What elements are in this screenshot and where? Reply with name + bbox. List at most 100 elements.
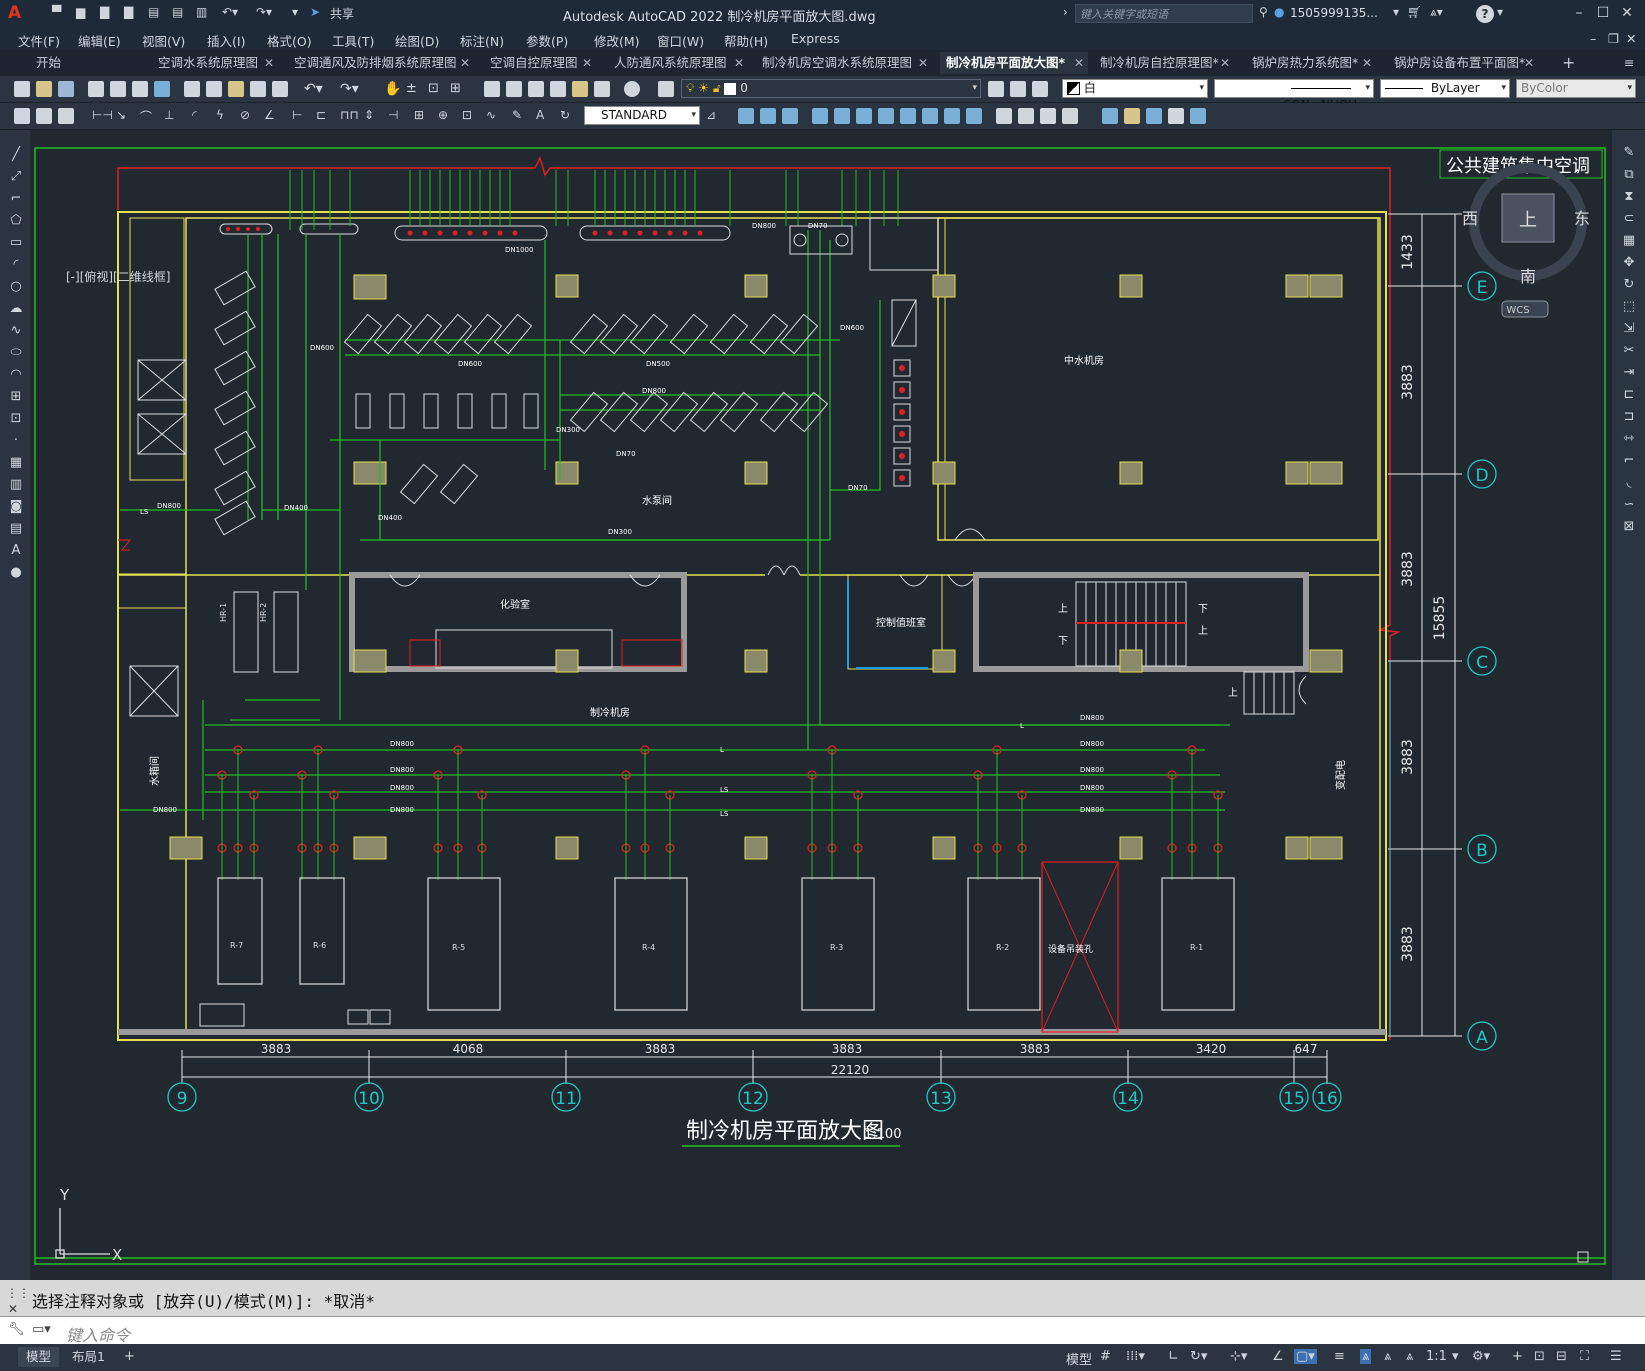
solid-wedge-icon[interactable] (782, 108, 798, 124)
fillet-icon[interactable] (1040, 108, 1056, 124)
dimension-style-icon[interactable]: ⊿ (706, 108, 722, 124)
menu-window[interactable]: 窗口(W) (657, 31, 704, 50)
cart-icon[interactable]: 🛒︎ (1407, 5, 1422, 23)
arc-length-icon[interactable]: ⌒ (140, 108, 156, 124)
continue-icon[interactable]: ⊓⊓ (340, 108, 359, 124)
annotation-visibility-icon[interactable]: ⩓ (1360, 1349, 1372, 1364)
angular-dimension-icon[interactable]: ∠ (264, 108, 280, 124)
scale-icon[interactable] (922, 108, 938, 124)
dimension-text-edit-icon[interactable]: A (536, 108, 552, 124)
ucs-icon[interactable] (1102, 108, 1118, 124)
menu-dimension[interactable]: 标注(N) (460, 31, 504, 50)
undo-icon[interactable]: ↶▾ (222, 5, 238, 23)
chevron-down-icon[interactable]: ▾ (1452, 1349, 1459, 1364)
match-properties-icon[interactable] (250, 81, 266, 97)
radius-dimension-icon[interactable]: ◜ (192, 108, 208, 124)
close-icon[interactable]: ✕ (1074, 52, 1084, 74)
region-icon[interactable]: ◙ (8, 496, 24, 518)
stretch-icon[interactable]: ⇲ (1620, 318, 1638, 340)
dimension-space-icon[interactable]: ⇕ (364, 108, 380, 124)
pan-icon[interactable]: ✋ (384, 81, 401, 97)
undo-icon[interactable]: ↶▾ (304, 81, 323, 97)
menu-help[interactable]: 帮助(H) (724, 31, 768, 50)
menu-tools[interactable]: 工具(T) (332, 31, 374, 50)
dimstyle-combo[interactable]: STANDARD ▾ (584, 106, 700, 125)
solid-cylinder-icon[interactable] (760, 108, 776, 124)
polyline-icon[interactable]: ⌐ (8, 188, 24, 210)
plotstyle-combo[interactable]: ByColor ▾ (1516, 79, 1636, 98)
polar-icon[interactable]: ↻▾ (1190, 1349, 1207, 1364)
zoom-previous-icon[interactable]: ⊞ (450, 81, 466, 97)
menu-modify[interactable]: 修改(M) (594, 31, 640, 50)
quick-dimension-icon[interactable]: ⊢ (292, 108, 308, 124)
insert-block-icon[interactable]: ⊞ (8, 386, 24, 408)
move-icon[interactable] (812, 108, 828, 124)
block-editor-icon[interactable] (272, 81, 288, 97)
drawing-svg[interactable]: 公共建筑集中空调 中水机房 化验室 控制值班室 上 下 下 上 上 HR-1 H… (30, 130, 1612, 1280)
jogged-linear-icon[interactable]: ∿ (486, 108, 502, 124)
point-icon[interactable]: · (8, 430, 24, 452)
maximize-button[interactable]: ☐ (1592, 4, 1614, 22)
close-icon[interactable]: ✕ (264, 52, 274, 74)
dimension-update-icon[interactable]: ↻ (560, 108, 576, 124)
save-as-icon[interactable]: ▇ (124, 5, 133, 23)
drawing-canvas[interactable]: 公共建筑集中空调 中水机房 化验室 控制值班室 上 下 下 上 上 HR-1 H… (30, 130, 1612, 1280)
rotate-icon[interactable]: ↻ (1620, 274, 1638, 296)
cut-icon[interactable] (184, 81, 200, 97)
copy-icon[interactable] (206, 81, 222, 97)
tab-hvac-ventilation[interactable]: 空调通风及防排烟系统原理图 ✕ (288, 52, 474, 74)
ordinate-icon[interactable]: ⊥ (164, 108, 180, 124)
tab-start[interactable]: 开始 (30, 52, 150, 74)
save-web-icon[interactable]: ▤ (172, 5, 183, 23)
stretch-icon[interactable] (856, 108, 872, 124)
point-icon[interactable] (58, 108, 74, 124)
menu-express[interactable]: Express (791, 31, 840, 46)
close-button[interactable]: ✕ (1616, 4, 1638, 22)
dimension-edit-icon[interactable]: ✎ (512, 108, 528, 124)
offset-icon[interactable] (966, 108, 982, 124)
break-at-point-icon[interactable]: ⊏ (1620, 384, 1638, 406)
layer-previous-icon[interactable] (1010, 81, 1026, 97)
tab-boiler-thermal[interactable]: 锅炉房热力系统图* ✕ (1246, 52, 1376, 74)
viewport-controls[interactable]: [-][俯视][二维线框] (66, 268, 170, 285)
share-button[interactable]: 共享 (330, 5, 354, 23)
extend-icon[interactable]: ⇥ (1620, 362, 1638, 384)
fullscreen-icon[interactable]: ⛶ (1580, 1349, 1589, 1364)
array-icon[interactable] (944, 108, 960, 124)
tab-boiler-layout[interactable]: 锅炉房设备布置平面图* ✕ (1388, 52, 1538, 74)
menu-file[interactable]: 文件(F) (18, 31, 60, 50)
layer-states-icon[interactable] (1032, 81, 1048, 97)
open-icon[interactable] (36, 81, 52, 97)
copy-object-icon[interactable] (834, 108, 850, 124)
auto-scale-icon[interactable]: ⩓ (1384, 1349, 1391, 1364)
multiline-text-icon[interactable]: A (8, 540, 24, 562)
open-web-icon[interactable]: ▤ (148, 5, 159, 23)
close-icon[interactable]: ✕ (1362, 52, 1372, 74)
tool-palettes-icon[interactable] (528, 81, 544, 97)
diameter-dimension-icon[interactable]: ⊘ (240, 108, 256, 124)
sheet-set-icon[interactable] (550, 81, 566, 97)
make-block-icon[interactable] (36, 108, 52, 124)
solid-box-icon[interactable] (738, 108, 754, 124)
color-combo[interactable]: 白 ▾ (1062, 79, 1208, 98)
grid-icon[interactable]: # (1100, 1349, 1111, 1364)
offset-icon[interactable]: ⊂ (1620, 208, 1638, 230)
close-icon[interactable]: ✕ (734, 52, 744, 74)
jogged-dimension-icon[interactable]: ϟ (216, 108, 232, 124)
doc-minimize-button[interactable]: – (1590, 31, 1596, 46)
ortho-icon[interactable]: ∟ (1168, 1349, 1179, 1364)
redo-icon[interactable]: ↷▾ (340, 81, 359, 97)
workspace-gear-icon[interactable]: ⚙▾ (1472, 1349, 1490, 1364)
plot-icon[interactable]: ▥ (196, 5, 207, 23)
array-icon[interactable]: ▦ (1620, 230, 1638, 252)
layer-properties-icon[interactable] (658, 81, 674, 97)
fillet-icon[interactable]: ◟ (1620, 472, 1638, 494)
command-input[interactable]: 🔧︎ ▭▾ 键入命令 (0, 1316, 1645, 1345)
circle-icon[interactable]: ○ (8, 276, 24, 298)
tab-hvac-control[interactable]: 空调自控原理图 ✕ (484, 52, 596, 74)
tolerance-icon[interactable]: ⊞ (414, 108, 430, 124)
insert-block-icon[interactable] (14, 108, 30, 124)
osnap-track-icon[interactable]: ∠ (1272, 1349, 1284, 1364)
customize-icon[interactable]: 🔧︎ (8, 1322, 25, 1337)
close-icon[interactable]: ✕ (918, 52, 928, 74)
